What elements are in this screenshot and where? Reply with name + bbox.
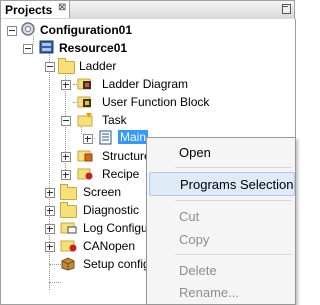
folder-icon (60, 184, 77, 200)
expand-icon[interactable] (45, 242, 55, 252)
menu-item-label: Programs Selection (180, 177, 294, 192)
configuration-gear-icon (21, 22, 35, 36)
node-label: Log Configur (83, 221, 152, 235)
collapse-icon[interactable] (7, 26, 17, 36)
menu-item-label: Rename... (179, 285, 239, 300)
panel-header: Projects ⊠ (0, 0, 295, 20)
menu-separator (175, 254, 291, 255)
structure-folder-icon (77, 150, 93, 162)
node-label: Task (102, 113, 127, 127)
setup-box-icon (61, 257, 75, 271)
menu-item-open[interactable]: Open (149, 141, 293, 163)
expand-icon[interactable] (45, 224, 55, 234)
node-label: CANopen (83, 239, 136, 253)
expand-icon[interactable] (61, 152, 71, 162)
menu-item-copy[interactable]: Copy (149, 228, 293, 250)
close-tab-icon[interactable]: ⊠ (58, 2, 66, 13)
tree-guide (49, 282, 61, 283)
menu-item-rename[interactable]: Rename... (149, 281, 293, 303)
folder-open-icon (58, 58, 75, 74)
function-block-icon (77, 96, 91, 108)
menu-item-programs-selection[interactable]: Programs Selection (149, 172, 295, 196)
node-label: Recipe (102, 167, 140, 181)
node-label: Ladder (79, 59, 117, 73)
canopen-folder-icon (60, 240, 77, 252)
menu-separator (175, 167, 291, 168)
minimize-icon[interactable] (281, 4, 292, 14)
node-label: Diagnostic (83, 203, 140, 217)
log-folder-icon (60, 222, 77, 234)
tree-guide (49, 71, 50, 290)
resource-plc-icon (39, 40, 54, 54)
menu-item-label: Delete (179, 263, 217, 278)
menu-item-label: Copy (179, 232, 210, 247)
menu-item-cut[interactable]: Cut (149, 205, 293, 227)
expand-icon[interactable] (83, 134, 93, 144)
node-label: Main (118, 130, 149, 144)
menu-item-delete[interactable]: Delete (149, 259, 293, 281)
collapse-icon[interactable] (61, 116, 71, 126)
collapse-icon[interactable] (23, 44, 33, 54)
recipe-folder-icon (77, 168, 93, 180)
program-icon (99, 130, 112, 145)
menu-item-label: Open (179, 145, 211, 160)
collapse-icon[interactable] (45, 62, 55, 72)
node-label: User Function Block (102, 95, 210, 109)
node-label: Configuration01 (40, 23, 132, 37)
menu-item-label: Cut (179, 209, 200, 224)
expand-icon[interactable] (61, 170, 71, 180)
projects-tab[interactable]: Projects ⊠ (1, 1, 70, 18)
expand-icon[interactable] (45, 188, 55, 198)
node-label: Screen (83, 185, 122, 199)
panel-title: Projects (5, 3, 53, 17)
menu-separator (175, 200, 291, 201)
task-folder-icon (77, 113, 93, 127)
ladder-diagram-icon (77, 78, 91, 90)
expand-icon[interactable] (45, 206, 55, 216)
expand-icon[interactable] (61, 80, 71, 90)
node-label: Resource01 (59, 41, 128, 55)
folder-icon (60, 202, 77, 218)
context-menu: Open Programs Selection Cut Copy Delete … (146, 137, 296, 305)
node-label: Structure (102, 149, 151, 163)
node-label: Ladder Diagram (102, 77, 189, 91)
